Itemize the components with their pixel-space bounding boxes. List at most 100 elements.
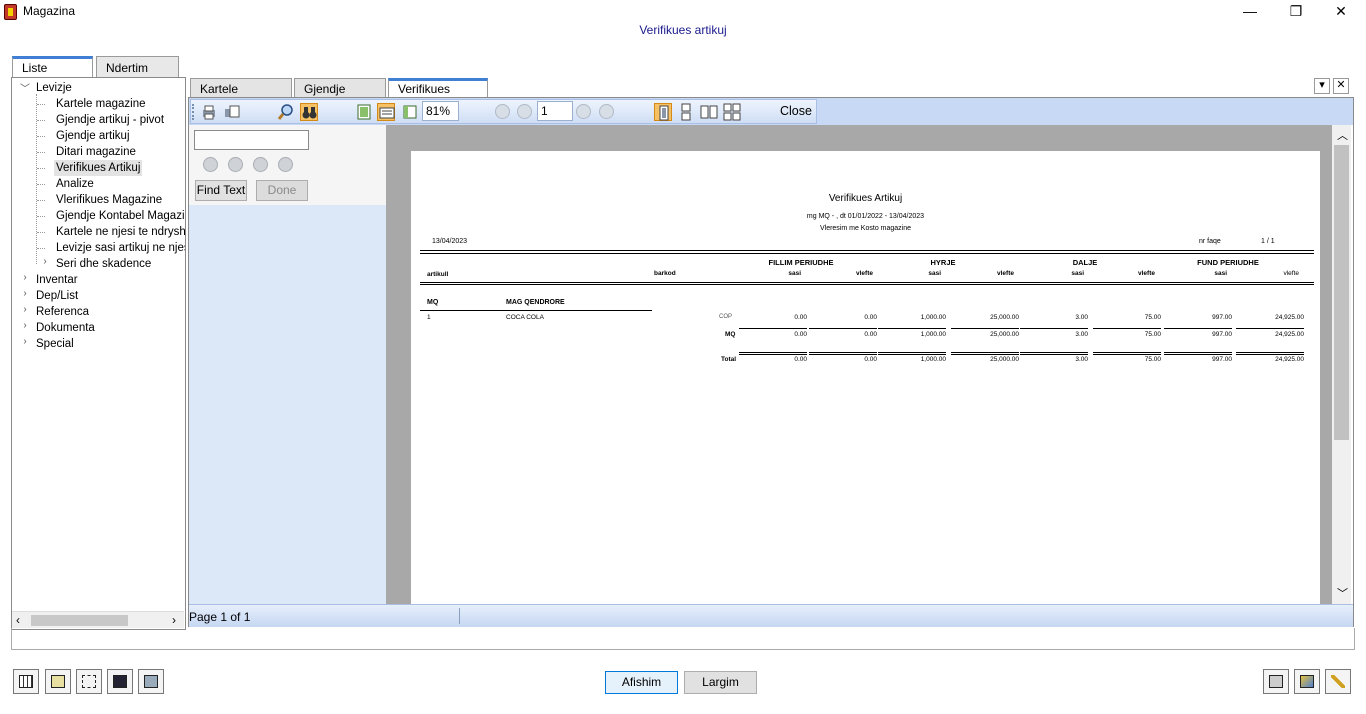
item-unit: COP (719, 314, 733, 320)
scroll-left-icon[interactable]: ‹ (16, 613, 20, 627)
single-page-view-icon[interactable] (654, 103, 672, 121)
item-value: 0.00 (864, 314, 877, 321)
largim-button[interactable]: Largim (684, 671, 757, 694)
next-page-icon[interactable] (576, 104, 591, 119)
group-hyrje: HYRJE (930, 258, 956, 267)
tree-horizontal-scrollbar[interactable]: ‹ › (12, 611, 184, 628)
close-window-button[interactable]: ✕ (1318, 0, 1364, 24)
save-icon[interactable] (107, 669, 133, 694)
expand-icon[interactable]: › (40, 256, 50, 267)
total-value: 1,000.00 (920, 356, 946, 363)
expand-icon[interactable]: › (20, 288, 30, 299)
total-rule (1020, 328, 1088, 329)
tab-verifikues-artikuj[interactable]: Verifikues artikuj (388, 78, 488, 110)
close-tab-icon[interactable]: ✕ (1333, 78, 1349, 94)
tab-gjendje-artikuj[interactable]: Gjendje artikuj (294, 78, 386, 110)
scroll-right-icon[interactable]: › (172, 613, 176, 627)
find-binoculars-icon[interactable] (300, 103, 318, 121)
tree-node-levizje[interactable]: Levizje (36, 80, 72, 96)
close-preview-button[interactable]: Close (780, 104, 812, 118)
total-rule (951, 352, 1019, 353)
page-width-icon[interactable] (377, 103, 395, 121)
restore-button[interactable]: ❐ (1273, 0, 1319, 24)
find-first-icon[interactable] (203, 157, 218, 172)
total-rule (878, 354, 946, 355)
grid-icon[interactable] (13, 669, 39, 694)
tree-connector (37, 184, 45, 185)
minimize-button[interactable]: — (1227, 0, 1273, 24)
preview-scrollbar-thumb[interactable] (1334, 145, 1349, 440)
tab-list-dropdown-icon[interactable]: ▾ (1314, 78, 1330, 94)
scroll-down-icon[interactable]: ﹀ (1337, 585, 1348, 601)
tree-item-gjendje-artikuj[interactable]: Gjendje artikuj (56, 128, 130, 144)
total-rule (739, 352, 807, 353)
tree-item-levizje-sasi[interactable]: Levizje sasi artikuj ne njesi (56, 240, 185, 256)
export-icon[interactable] (138, 669, 164, 694)
tree-node-dokumenta[interactable]: Dokumenta (36, 320, 95, 336)
thumbnails-icon[interactable] (355, 103, 373, 121)
tree-item-kartele-magazine[interactable]: Kartele magazine (56, 96, 146, 112)
last-page-icon[interactable] (599, 104, 614, 119)
find-previous-icon[interactable] (228, 157, 243, 172)
tree-item-vlerifikues-magazine[interactable]: Vlerifikues Magazine (56, 192, 162, 208)
print-icon[interactable] (200, 103, 218, 121)
group-fillim-periudhe: FILLIM PERIUDHE (768, 258, 834, 267)
tab-ndertim-filter[interactable]: Ndertim filter (96, 56, 179, 89)
find-next-icon[interactable] (253, 157, 268, 172)
structure-icon[interactable] (76, 669, 102, 694)
find-text-button[interactable]: Find Text (195, 180, 247, 201)
col-sasi: sasi (1071, 270, 1084, 277)
expand-icon[interactable]: › (20, 304, 30, 315)
item-value: 0.00 (794, 314, 807, 321)
done-button[interactable]: Done (256, 180, 308, 201)
tree-node-dep-list[interactable]: Dep/List (36, 288, 78, 304)
tab-liste-raporte[interactable]: Liste raporte (12, 56, 93, 89)
subtotal-value: 1,000.00 (920, 331, 946, 338)
report-settings-icon[interactable] (45, 669, 71, 694)
status-separator (459, 608, 460, 624)
header-rule (420, 250, 1314, 251)
expand-icon[interactable]: › (20, 272, 30, 283)
tree-item-verifikues-artikuj[interactable]: Verifikues Artikuj (54, 160, 143, 176)
tree-node-referenca[interactable]: Referenca (36, 304, 89, 320)
paint-icon[interactable] (1294, 669, 1320, 694)
tree-item-gjendje-artikuj-pivot[interactable]: Gjendje artikuj - pivot (56, 112, 164, 128)
previous-page-icon[interactable] (517, 104, 532, 119)
multi-page-view-icon[interactable] (723, 103, 741, 121)
expand-icon[interactable]: › (20, 336, 30, 347)
item-name: COCA COLA (506, 314, 544, 321)
afishim-button[interactable]: Afishim (605, 671, 678, 694)
tree-item-analize[interactable]: Analize (56, 176, 94, 192)
tree-node-special[interactable]: Special (36, 336, 74, 352)
tree-item-seri-dhe-skadence[interactable]: Seri dhe skadence (56, 256, 151, 272)
expand-icon[interactable]: › (20, 320, 30, 331)
subtotal-value: 75.00 (1144, 331, 1161, 338)
find-text-input[interactable] (194, 130, 309, 150)
continuous-view-icon[interactable] (677, 103, 695, 121)
scrollbar-thumb[interactable] (31, 615, 128, 626)
scroll-up-icon[interactable]: ︿ (1337, 127, 1348, 143)
col-sasi: sasi (788, 270, 801, 277)
tools-icon[interactable] (1325, 669, 1351, 694)
total-rule (809, 352, 877, 353)
find-last-icon[interactable] (278, 157, 293, 172)
report-tree[interactable]: ﹀ Levizje Kartele magazine Gjendje artik… (11, 77, 186, 630)
tree-item-kartele-ne-njesi[interactable]: Kartele ne njesi te ndryshme (56, 224, 185, 240)
collapse-icon[interactable]: ﹀ (20, 80, 30, 95)
tree-item-ditari-magazine[interactable]: Ditari magazine (56, 144, 136, 160)
zoom-field[interactable]: 81% (422, 101, 459, 121)
copy-windows-icon[interactable] (1263, 669, 1289, 694)
whole-page-icon[interactable] (401, 103, 419, 121)
tab-kartele-magazine[interactable]: Kartele magazine (190, 78, 292, 110)
title-bar: Magazina — ❐ ✕ (0, 0, 1366, 24)
page-setup-icon[interactable] (223, 103, 241, 121)
report-valuation: Vleresim me Kosto magazine (819, 225, 912, 232)
tree-item-gjendje-kontabel[interactable]: Gjendje Kontabel Magazina (56, 208, 185, 224)
zoom-magnifier-icon[interactable] (277, 103, 295, 121)
total-rule (1093, 352, 1161, 353)
tree-node-inventar[interactable]: Inventar (36, 272, 78, 288)
facing-pages-icon[interactable] (700, 103, 718, 121)
first-page-icon[interactable] (495, 104, 510, 119)
page-label: nr faqe (1199, 238, 1221, 245)
page-number-field[interactable]: 1 (537, 101, 573, 121)
